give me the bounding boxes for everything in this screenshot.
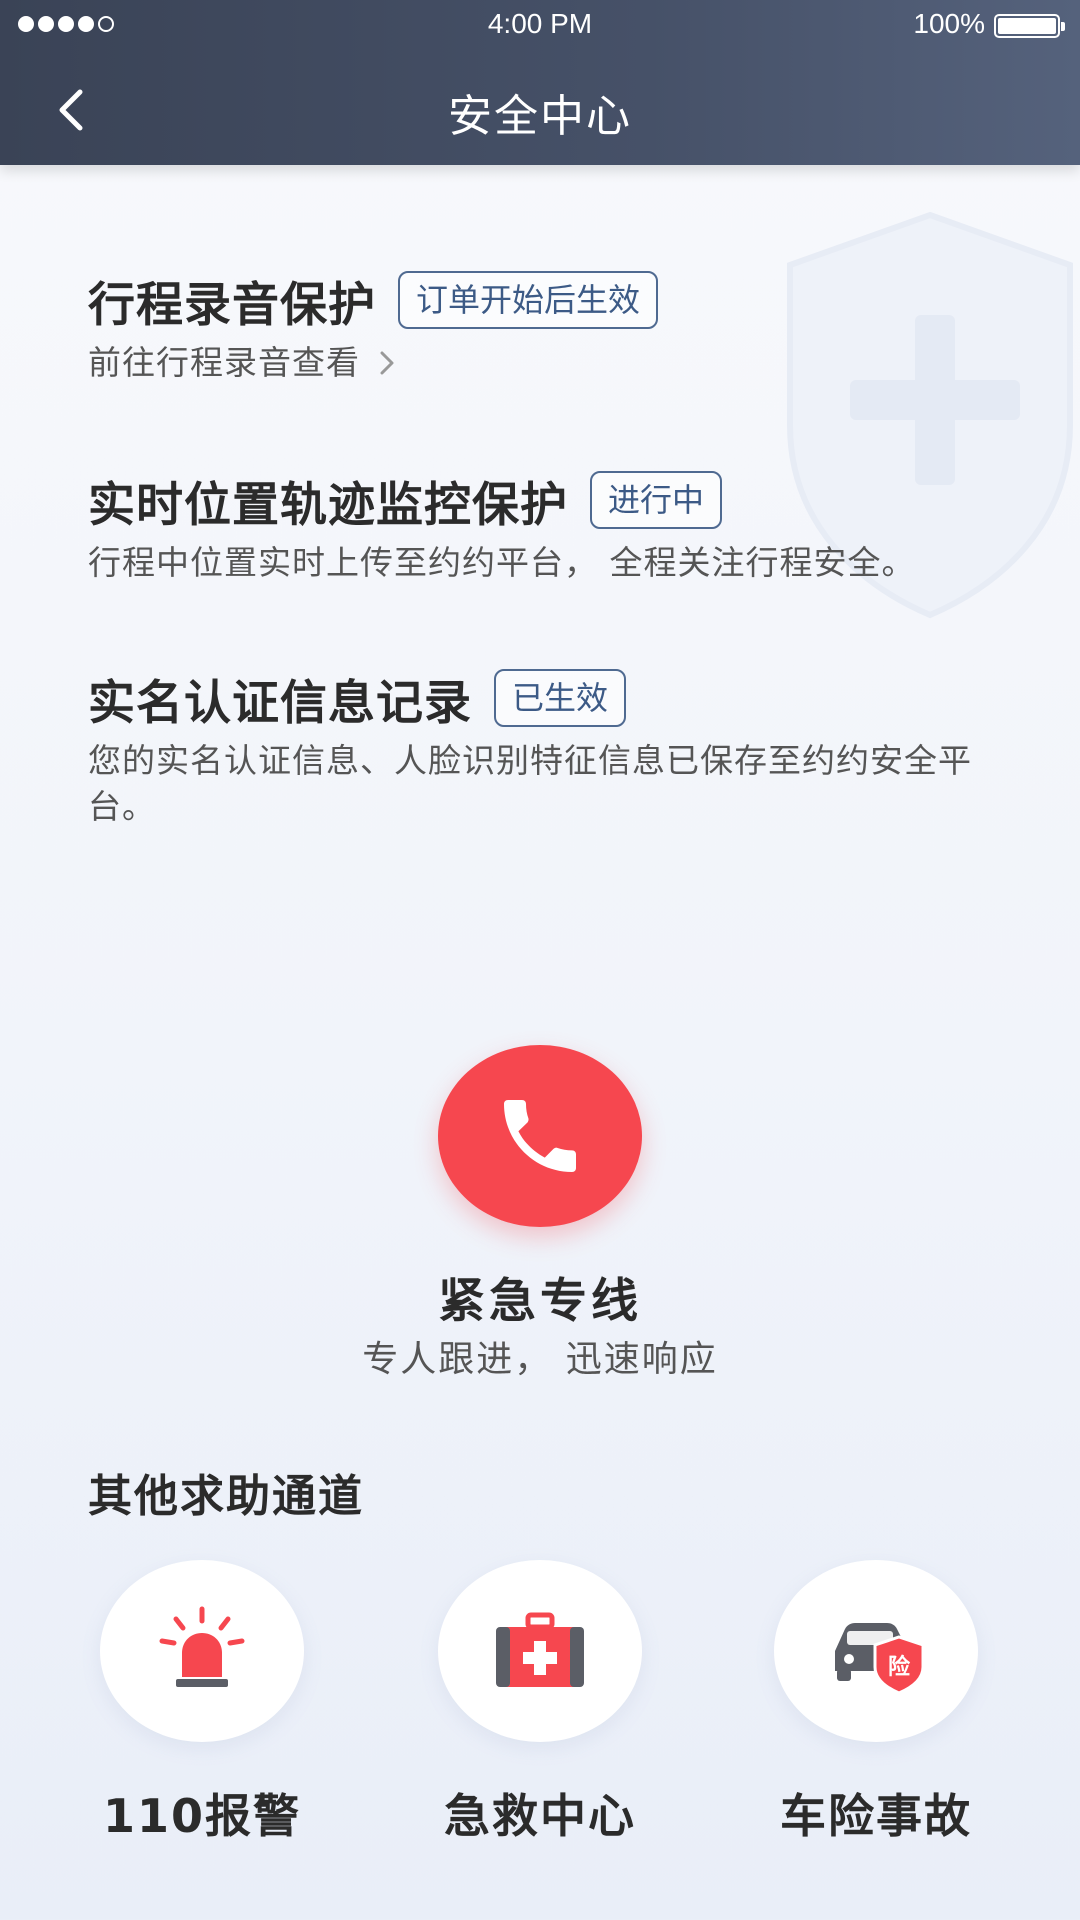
page-title: 安全中心 (448, 91, 632, 142)
feature-desc: 前往行程录音查看 (88, 343, 360, 382)
channel-icon-circle (100, 1560, 304, 1742)
insurance-badge: 险 (888, 1654, 911, 1680)
phone-icon (504, 1100, 576, 1172)
first-aid-center-button[interactable]: 急救中心 (390, 1560, 690, 1846)
view-recording-link[interactable]: 前往行程录音查看 (88, 340, 402, 386)
feature-desc: 行程中位置实时上传至约约平台， 全程关注行程安全。 (88, 543, 916, 582)
police-siren-icon (159, 1606, 245, 1687)
feature-trip-recording: 行程录音保护 订单开始后生效 前往行程录音查看 (88, 270, 1008, 386)
chevron-right-icon (380, 351, 394, 375)
police-110-button[interactable]: 110报警 (52, 1560, 352, 1846)
feature-location-tracking: 实时位置轨迹监控保护 进行中 行程中位置实时上传至约约平台， 全程关注行程安全。 (88, 470, 1008, 586)
status-badge: 订单开始后生效 (398, 271, 659, 329)
app-header: 4:00 PM 100% 安全中心 (0, 0, 1080, 165)
emergency-subtitle: 专人跟进， 迅速响应 (362, 1339, 718, 1380)
battery-icon (994, 14, 1065, 38)
status-badge: 进行中 (590, 471, 723, 529)
battery-percentage: 100% (913, 8, 985, 39)
feature-title: 实时位置轨迹监控保护 (88, 477, 568, 533)
feature-desc: 您的实名认证信息、人脸识别特征信息已保存至约约安全平台。 (88, 741, 972, 826)
other-channels-heading: 其他求助通道 (88, 1471, 364, 1522)
emergency-title: 紧急专线 (438, 1274, 642, 1329)
channel-label: 110报警 (102, 1789, 302, 1843)
car-insurance-icon: 险 (835, 1623, 925, 1695)
emergency-call-button[interactable] (438, 1045, 642, 1227)
status-bar: 4:00 PM 100% (0, 0, 1080, 52)
feature-real-name-record: 实名认证信息记录 已生效 您的实名认证信息、人脸识别特征信息已保存至约约安全平台… (88, 668, 1008, 830)
car-insurance-accident-button[interactable]: 险 车险事故 (726, 1560, 1026, 1846)
channel-label: 急救中心 (444, 1789, 636, 1843)
first-aid-kit-icon (496, 1612, 584, 1687)
status-badge: 已生效 (494, 669, 627, 727)
channel-icon-circle: 险 (774, 1560, 978, 1742)
feature-title: 实名认证信息记录 (88, 675, 472, 731)
channel-icon-circle (438, 1560, 642, 1742)
feature-title: 行程录音保护 (88, 277, 376, 333)
channel-label: 车险事故 (780, 1789, 972, 1843)
